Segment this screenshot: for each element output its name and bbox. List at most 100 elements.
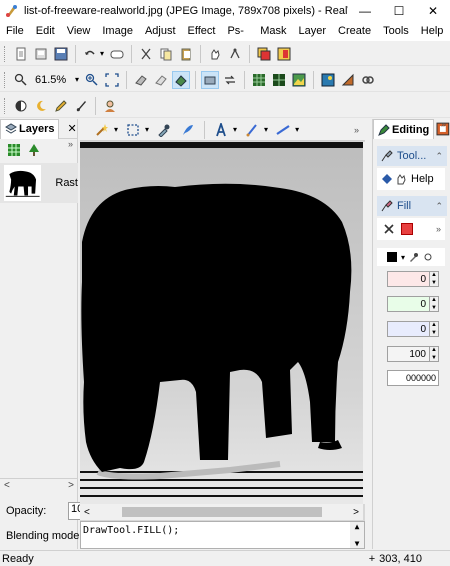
red-spinner-arrows[interactable]: ▲ ▼ — [429, 272, 438, 286]
color-wheel-icon[interactable] — [423, 252, 433, 262]
line-tool-icon[interactable] — [274, 121, 292, 139]
layers-gallery-icon[interactable] — [255, 45, 273, 63]
tab-layers[interactable]: Layers — [0, 118, 60, 139]
paintbrush-icon[interactable] — [243, 121, 261, 139]
tile-icon[interactable] — [270, 71, 288, 89]
alpha-channel-spinner[interactable]: 100 ▲ ▼ — [387, 346, 439, 362]
toolbar-grip[interactable] — [4, 45, 7, 62]
fit-to-window-icon[interactable] — [103, 71, 121, 89]
open-file-icon[interactable] — [32, 45, 50, 63]
brush-icon[interactable] — [72, 97, 90, 115]
menu-edit[interactable]: Edit — [30, 21, 61, 41]
no-fill-icon[interactable] — [383, 223, 395, 235]
undo-dropdown-icon[interactable]: ▾ — [100, 49, 104, 58]
tool-options-more-icon[interactable]: » — [354, 125, 359, 135]
eraser-icon[interactable] — [132, 71, 150, 89]
menu-file[interactable]: File — [0, 21, 30, 41]
menu-ps-filter[interactable]: Ps-filter — [221, 21, 254, 57]
contrast-icon[interactable] — [12, 97, 30, 115]
hand-tool-icon[interactable] — [206, 45, 224, 63]
tree-icon[interactable] — [28, 144, 40, 156]
menu-help[interactable]: Help — [415, 21, 450, 41]
layers-more-icon[interactable]: » — [68, 139, 73, 149]
zoom-dropdown-icon[interactable]: ▾ — [75, 75, 79, 84]
magic-wand-icon[interactable] — [93, 121, 111, 139]
blue-channel-spinner[interactable]: 0 ▲ ▼ — [387, 321, 439, 337]
menu-adjust[interactable]: Adjust — [139, 21, 182, 41]
canvas-scroll-right-icon[interactable]: > — [353, 507, 359, 518]
text-tool-icon[interactable] — [212, 121, 230, 139]
collapse-up-icon[interactable]: ⌃ — [435, 151, 443, 162]
wand-dropdown-icon[interactable]: ▾ — [114, 125, 118, 134]
eyedropper-icon[interactable] — [155, 121, 173, 139]
swap-icon[interactable] — [221, 71, 239, 89]
history-icon[interactable] — [108, 45, 126, 63]
green-channel-spinner[interactable]: 0 ▲ ▼ — [387, 296, 439, 312]
close-button[interactable]: ✕ — [416, 0, 450, 21]
minimize-button[interactable]: — — [348, 0, 382, 21]
console-scroll-up-icon[interactable]: ▲ — [355, 522, 360, 531]
perspective-icon[interactable] — [339, 71, 357, 89]
toolbar-grip[interactable] — [4, 97, 7, 114]
canvas-horizontal-scrollbar[interactable]: < > — [80, 504, 363, 520]
editing-more-icon[interactable]: » — [441, 119, 446, 129]
fill-color-swatch[interactable] — [401, 223, 413, 235]
line-dropdown-icon[interactable]: ▾ — [295, 125, 299, 134]
console-scrollbar[interactable]: ▲ ▼ — [350, 522, 364, 548]
eyedropper-small-icon[interactable] — [409, 252, 419, 262]
grid-icon[interactable] — [250, 71, 268, 89]
toolbar-grip[interactable] — [4, 71, 7, 88]
green-spinner-arrows[interactable]: ▲ ▼ — [429, 297, 438, 311]
new-file-icon[interactable] — [12, 45, 30, 63]
save-icon[interactable] — [52, 45, 70, 63]
selection-rect-icon[interactable] — [124, 121, 142, 139]
clone-tool-icon[interactable] — [226, 45, 244, 63]
menu-view[interactable]: View — [61, 21, 97, 41]
image-canvas[interactable] — [80, 142, 363, 504]
grey-eraser-icon[interactable] — [152, 71, 170, 89]
stamp-tool-icon[interactable] — [201, 70, 220, 89]
menu-mask[interactable]: Mask — [254, 21, 292, 41]
cut-icon[interactable] — [137, 45, 155, 63]
link-icon[interactable] — [359, 71, 377, 89]
text-dropdown-icon[interactable]: ▾ — [233, 125, 237, 134]
collapse-up-icon[interactable]: ⌃ — [435, 201, 443, 212]
feather-icon[interactable] — [179, 121, 197, 139]
layers-tab-close-button[interactable]: ✕ — [67, 122, 76, 135]
alpha-spinner-arrows[interactable]: ▲ ▼ — [429, 347, 438, 361]
menu-create[interactable]: Create — [332, 21, 377, 41]
new-layer-grid-icon[interactable] — [8, 144, 20, 156]
layer-item[interactable]: Rast — [0, 163, 78, 203]
selection-dropdown-icon[interactable]: ▾ — [145, 125, 149, 134]
hex-color-input[interactable]: 000000 — [387, 370, 439, 386]
zoom-icon[interactable] — [12, 71, 30, 89]
undo-icon[interactable] — [81, 45, 99, 63]
fill-section-header[interactable]: Fill ⌃ — [377, 196, 447, 216]
fill-more-icon[interactable]: » — [436, 224, 441, 234]
blue-spinner-arrows[interactable]: ▲ ▼ — [429, 322, 438, 336]
pencil-shape-icon[interactable] — [52, 97, 70, 115]
tab-editing[interactable]: Editing — [373, 119, 435, 139]
scroll-right-arrow-icon[interactable]: > — [68, 480, 74, 491]
layers-horizontal-scrollbar[interactable]: < > — [0, 478, 78, 492]
menu-image[interactable]: Image — [96, 21, 139, 41]
brush-dropdown-icon[interactable]: ▾ — [264, 125, 268, 134]
canvas-scroll-left-icon[interactable]: < — [84, 507, 90, 518]
color-swatch-black[interactable] — [387, 252, 397, 262]
menu-layer[interactable]: Layer — [293, 21, 333, 41]
script-console[interactable]: DrawTool.FILL(); ▲ ▼ — [80, 521, 365, 549]
copy-icon[interactable] — [157, 45, 175, 63]
red-channel-spinner[interactable]: 0 ▲ ▼ — [387, 271, 439, 287]
paste-icon[interactable] — [177, 45, 195, 63]
image-view-icon[interactable] — [290, 71, 308, 89]
picture-icon[interactable] — [319, 71, 337, 89]
help-button[interactable]: Help — [377, 168, 445, 190]
maximize-button[interactable]: ☐ — [382, 0, 416, 21]
user-profile-icon[interactable] — [101, 97, 119, 115]
tool-section-header[interactable]: Tool... ⌃ — [377, 146, 447, 166]
menu-tools[interactable]: Tools — [377, 21, 415, 41]
color-picker-icon[interactable] — [275, 45, 293, 63]
zoom-level[interactable]: 61.5% — [31, 74, 75, 86]
moon-icon[interactable] — [32, 97, 50, 115]
canvas-scroll-thumb[interactable] — [121, 507, 322, 517]
